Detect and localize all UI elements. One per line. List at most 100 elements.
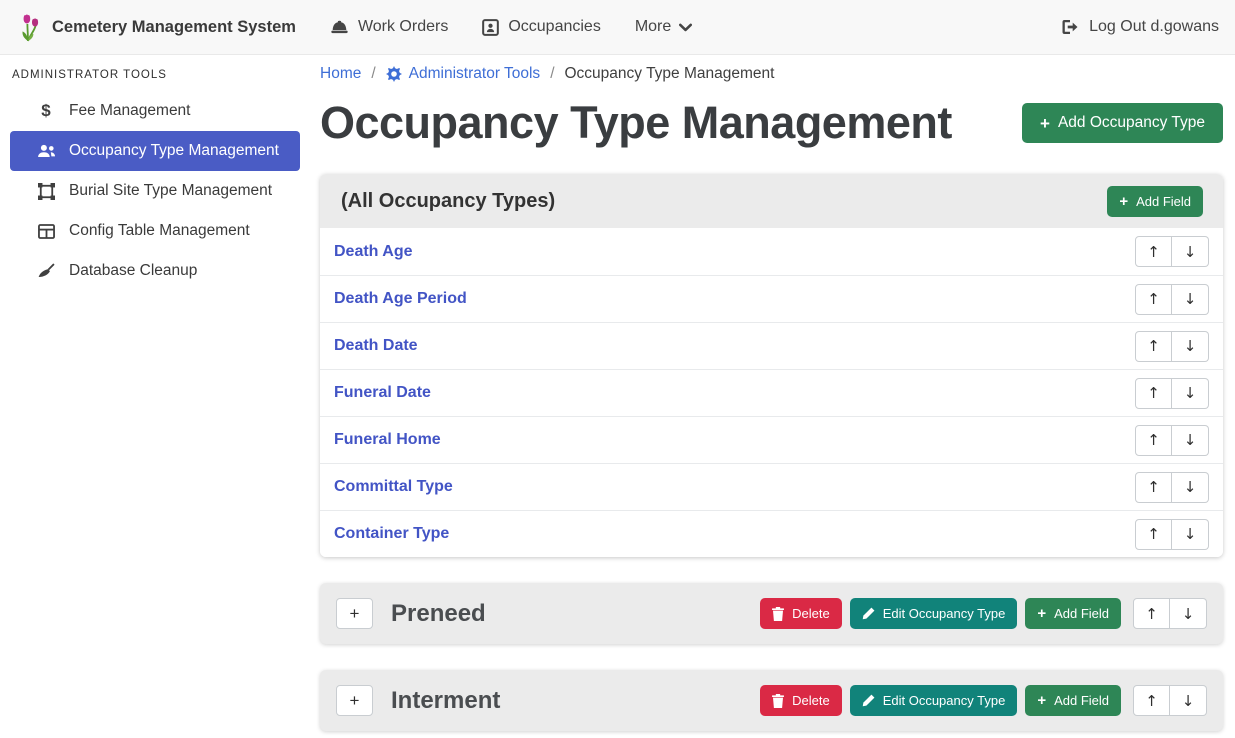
move-down-button[interactable]: ↓	[1170, 598, 1207, 629]
move-down-button[interactable]: ↓	[1172, 236, 1209, 267]
plus-icon: +	[1037, 606, 1046, 621]
dollar-icon: $	[36, 101, 56, 121]
arrow-up-icon: ↑	[1147, 337, 1160, 355]
sidebar-item-label: Burial Site Type Management	[69, 182, 272, 200]
sidebar-item-burial-site-type-management[interactable]: Burial Site Type Management	[10, 171, 300, 211]
add-field-button[interactable]: + Add Field	[1025, 598, 1121, 629]
nav-work-orders[interactable]: Work Orders	[330, 18, 448, 36]
add-occupancy-type-label: Add Occupancy Type	[1058, 114, 1205, 132]
arrow-up-icon: ↑	[1147, 478, 1160, 496]
add-field-button[interactable]: + Add Field	[1107, 186, 1203, 217]
field-row: Container Type ↑ ↓	[320, 510, 1223, 557]
trash-icon	[772, 694, 784, 708]
breadcrumb: Home / Administrator Tools / Occupancy T…	[320, 55, 1223, 83]
arrow-down-icon: ↓	[1184, 431, 1197, 449]
move-down-button[interactable]: ↓	[1172, 519, 1209, 550]
main-content: Home / Administrator Tools / Occupancy T…	[320, 55, 1223, 738]
tulip-logo-icon	[18, 11, 42, 43]
move-up-button[interactable]: ↑	[1135, 331, 1172, 362]
sidebar-item-database-cleanup[interactable]: Database Cleanup	[10, 251, 300, 291]
page-header: Occupancy Type Management + Add Occupanc…	[320, 97, 1223, 149]
expand-section-button[interactable]: +	[336, 598, 373, 629]
nav-occupancies[interactable]: Occupancies	[482, 18, 601, 36]
all-occupancy-types-card: (All Occupancy Types) + Add Field Death …	[320, 174, 1223, 557]
breadcrumb-home-label: Home	[320, 65, 361, 83]
expand-section-button[interactable]: +	[336, 685, 373, 716]
add-occupancy-type-button[interactable]: + Add Occupancy Type	[1022, 103, 1223, 143]
nav-more-label: More	[635, 18, 671, 36]
move-up-button[interactable]: ↑	[1135, 284, 1172, 315]
field-row: Committal Type ↑ ↓	[320, 463, 1223, 510]
edit-occupancy-type-button[interactable]: Edit Occupancy Type	[850, 685, 1018, 716]
move-down-button[interactable]: ↓	[1172, 331, 1209, 362]
field-link[interactable]: Death Age Period	[334, 290, 467, 308]
logout-label: Log Out d.gowans	[1089, 18, 1219, 36]
delete-button-label: Delete	[792, 693, 830, 708]
field-row: Funeral Date ↑ ↓	[320, 369, 1223, 416]
field-row: Funeral Home ↑ ↓	[320, 416, 1223, 463]
arrow-up-icon: ↑	[1145, 692, 1158, 710]
field-link[interactable]: Funeral Home	[334, 431, 441, 449]
field-link[interactable]: Committal Type	[334, 478, 453, 496]
logout-link[interactable]: Log Out d.gowans	[1061, 18, 1219, 36]
move-up-button[interactable]: ↑	[1135, 519, 1172, 550]
breadcrumb-separator: /	[550, 65, 554, 83]
add-field-label: Add Field	[1054, 693, 1109, 708]
chevron-down-icon	[679, 23, 692, 32]
field-link[interactable]: Container Type	[334, 525, 449, 543]
all-occupancy-types-header: (All Occupancy Types) + Add Field	[320, 174, 1223, 228]
arrow-down-icon: ↓	[1184, 337, 1197, 355]
move-up-button[interactable]: ↑	[1135, 236, 1172, 267]
move-up-button[interactable]: ↑	[1135, 378, 1172, 409]
occupancy-type-section: + Interment Delete Edi	[320, 670, 1223, 731]
nav-more[interactable]: More	[635, 18, 692, 36]
nav-work-orders-label: Work Orders	[358, 18, 448, 36]
field-link[interactable]: Funeral Date	[334, 384, 431, 402]
portrait-frame-icon	[482, 19, 499, 36]
move-up-button[interactable]: ↑	[1133, 598, 1170, 629]
arrow-down-icon: ↓	[1182, 692, 1195, 710]
arrow-down-icon: ↓	[1184, 384, 1197, 402]
plus-icon: +	[1040, 115, 1050, 132]
move-down-button[interactable]: ↓	[1172, 472, 1209, 503]
nav-occupancies-label: Occupancies	[508, 18, 601, 36]
reorder-buttons: ↑ ↓	[1135, 519, 1209, 550]
arrow-down-icon: ↓	[1184, 478, 1197, 496]
app-brand[interactable]: Cemetery Management System	[18, 11, 296, 43]
broom-icon	[36, 263, 56, 280]
reorder-buttons: ↑ ↓	[1135, 472, 1209, 503]
field-link[interactable]: Death Date	[334, 337, 418, 355]
fields-list: Death Age ↑ ↓ Death Age Period ↑ ↓ Death…	[320, 228, 1223, 557]
sections-container: + Preneed Delete Edit	[320, 583, 1223, 731]
reorder-buttons: ↑ ↓	[1135, 378, 1209, 409]
breadcrumb-admin-tools[interactable]: Administrator Tools	[386, 65, 541, 83]
delete-button-label: Delete	[792, 606, 830, 621]
section-actions: Delete Edit Occupancy Type + Add Field ↑…	[760, 598, 1207, 629]
arrow-up-icon: ↑	[1147, 384, 1160, 402]
arrow-up-icon: ↑	[1147, 290, 1160, 308]
move-down-button[interactable]: ↓	[1170, 685, 1207, 716]
move-up-button[interactable]: ↑	[1135, 425, 1172, 456]
delete-button[interactable]: Delete	[760, 598, 842, 629]
field-link[interactable]: Death Age	[334, 243, 413, 261]
delete-button[interactable]: Delete	[760, 685, 842, 716]
add-field-button[interactable]: + Add Field	[1025, 685, 1121, 716]
sidebar-item-occupancy-type-management[interactable]: Occupancy Type Management	[10, 131, 300, 171]
vector-square-icon	[36, 183, 56, 200]
field-row: Death Age Period ↑ ↓	[320, 275, 1223, 322]
sidebar-item-fee-management[interactable]: $ Fee Management	[10, 91, 300, 131]
edit-occupancy-type-button[interactable]: Edit Occupancy Type	[850, 598, 1018, 629]
breadcrumb-home[interactable]: Home	[320, 65, 361, 83]
move-up-button[interactable]: ↑	[1133, 685, 1170, 716]
sidebar-item-config-table-management[interactable]: Config Table Management	[10, 211, 300, 251]
navbar-links: Work Orders Occupancies More	[330, 18, 692, 36]
card-title: (All Occupancy Types)	[341, 190, 555, 213]
gear-icon	[386, 66, 402, 82]
sign-out-icon	[1061, 19, 1080, 35]
edit-button-label: Edit Occupancy Type	[883, 606, 1006, 621]
move-down-button[interactable]: ↓	[1172, 425, 1209, 456]
move-down-button[interactable]: ↓	[1172, 284, 1209, 315]
move-up-button[interactable]: ↑	[1135, 472, 1172, 503]
move-down-button[interactable]: ↓	[1172, 378, 1209, 409]
arrow-down-icon: ↓	[1182, 605, 1195, 623]
